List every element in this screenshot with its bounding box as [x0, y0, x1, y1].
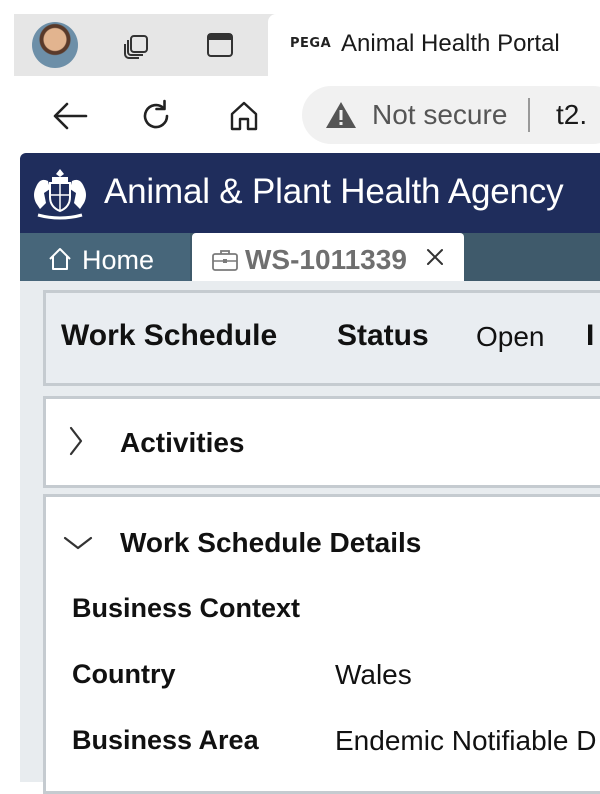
warning-icon[interactable] — [324, 100, 358, 135]
chevron-down-icon[interactable] — [62, 535, 94, 551]
activities-section: Activities — [43, 396, 600, 488]
agency-title: Animal & Plant Health Agency — [104, 172, 564, 211]
address-bar[interactable]: Not secure t2. — [302, 86, 600, 144]
address-separator — [528, 98, 530, 132]
vertical-tabs-icon[interactable] — [202, 27, 238, 63]
details-header[interactable]: Work Schedule Details — [46, 497, 600, 587]
country-label: Country — [72, 659, 176, 689]
tab-actions-icon[interactable] — [118, 27, 154, 63]
tab-case-id: WS-1011339 — [245, 244, 407, 275]
status-label: Status — [337, 319, 429, 352]
royal-crest-icon — [34, 169, 86, 220]
browser-tabstrip: PEGA Animal Health Portal — [14, 14, 600, 76]
security-status[interactable]: Not secure — [372, 99, 507, 131]
app-tab-bar: Home WS-1011339 — [20, 233, 600, 281]
status-value: Open — [476, 321, 545, 352]
home-icon — [48, 247, 72, 276]
truncated-label: I — [586, 319, 595, 352]
activities-header[interactable]: Activities — [46, 399, 600, 485]
activities-title: Activities — [120, 427, 245, 458]
back-arrow-icon[interactable] — [48, 94, 92, 138]
chevron-right-icon[interactable] — [68, 425, 84, 457]
profile-avatar[interactable] — [32, 22, 78, 68]
browser-toolbar: Not secure t2. — [14, 76, 600, 152]
country-value: Wales — [335, 659, 412, 690]
case-type-title: Work Schedule — [61, 319, 278, 352]
tab-work-schedule[interactable]: WS-1011339 — [192, 233, 464, 281]
business-area-value: Endemic Notifiable D — [335, 725, 597, 756]
briefcase-icon — [212, 249, 238, 276]
case-summary-bar: Work Schedule Status Open I — [43, 290, 600, 386]
tab-home-label: Home — [82, 245, 155, 275]
home-icon[interactable] — [222, 94, 266, 138]
business-context-heading: Business Context — [72, 593, 301, 623]
refresh-icon[interactable] — [134, 94, 178, 138]
url-text[interactable]: t2. — [556, 99, 587, 131]
pega-logo: PEGA — [290, 36, 332, 51]
tab-home[interactable]: Home — [20, 233, 190, 281]
browser-active-tab[interactable]: PEGA Animal Health Portal — [268, 14, 600, 76]
close-icon[interactable] — [424, 246, 446, 268]
work-schedule-details-section: Work Schedule Details Business Context C… — [43, 494, 600, 794]
details-title: Work Schedule Details — [120, 527, 422, 558]
browser-tab-title: Animal Health Portal — [341, 30, 560, 57]
app-header: Animal & Plant Health Agency — [20, 153, 600, 233]
business-area-label: Business Area — [72, 725, 259, 755]
